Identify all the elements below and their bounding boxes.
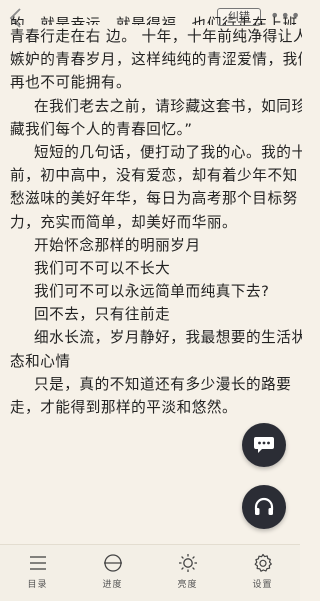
- text-line-17: 走，才能得到那样的平淡和悠然。: [10, 399, 238, 416]
- bottom-toolbar: 目录 进度 亮度 设置: [0, 544, 300, 601]
- text-line-8: 愁滋味的美好年华，每日为高考那个目标努: [10, 190, 298, 208]
- listen-audio-button[interactable]: [242, 485, 286, 529]
- nav-settings[interactable]: 设置: [225, 545, 300, 601]
- text-line-14: 细水长流，岁月静好，我最想要的生活状: [34, 329, 302, 347]
- text-line-6: 短短的几句话，便打动了我的心。我的十年: [34, 143, 302, 161]
- text-line-0: 的，就是幸运，就是得福。也们行走在上班，: [10, 16, 302, 25]
- nav-brightness-label: 亮度: [177, 580, 198, 590]
- text-line-11: 我们可不可以不长大: [34, 259, 171, 277]
- reader-content: 的，就是幸运，就是得福。也们行走在上班， 青春行走在右 边。 十年，十年前纯净得…: [10, 14, 302, 419]
- text-line-15: 态和心情: [10, 352, 71, 370]
- text-line-10: 开始怀念那样的明丽岁月: [34, 236, 201, 254]
- text-line-7: 前，初中高中，没有爱恋，却有着少年不知: [10, 167, 298, 185]
- nav-progress-label: 进度: [102, 580, 123, 590]
- nav-brightness[interactable]: 亮度: [150, 545, 225, 601]
- text-line-9: 力，充实而简单，却美好而华丽。: [10, 213, 238, 231]
- text-line-1: 青春行走在右 边。 十年，十年前纯净得让人: [10, 28, 302, 45]
- nav-settings-label: 设置: [252, 580, 273, 590]
- gear-icon: [254, 553, 272, 572]
- comment-bubble-icon: [254, 437, 274, 453]
- nav-progress[interactable]: 进度: [75, 545, 150, 601]
- nav-catalog[interactable]: 目录: [0, 545, 75, 601]
- headphones-icon: [254, 497, 274, 515]
- comment-button[interactable]: [242, 423, 286, 467]
- text-line-2: 嫉妒的青春岁月，这样纯纯的青涩爱情，我们: [10, 51, 302, 69]
- text-line-5: 藏我们每个人的青春回忆。”: [10, 120, 193, 138]
- nav-catalog-label: 目录: [27, 580, 48, 590]
- list-icon: [29, 556, 46, 570]
- text-line-3: 再也不可能拥有。: [10, 74, 132, 92]
- text-line-4: 在我们老去之前，请珍藏这套书，如同珍: [34, 97, 302, 115]
- progress-circle-icon: [103, 554, 122, 572]
- sun-icon: [178, 554, 197, 572]
- text-line-13: 回不去，只有往前走: [34, 306, 171, 324]
- text-line-12: 我们可不可以永远简单而纯真下去?: [34, 283, 270, 301]
- text-line-16: 只是，真的不知道还有多少漫长的路要: [34, 375, 292, 393]
